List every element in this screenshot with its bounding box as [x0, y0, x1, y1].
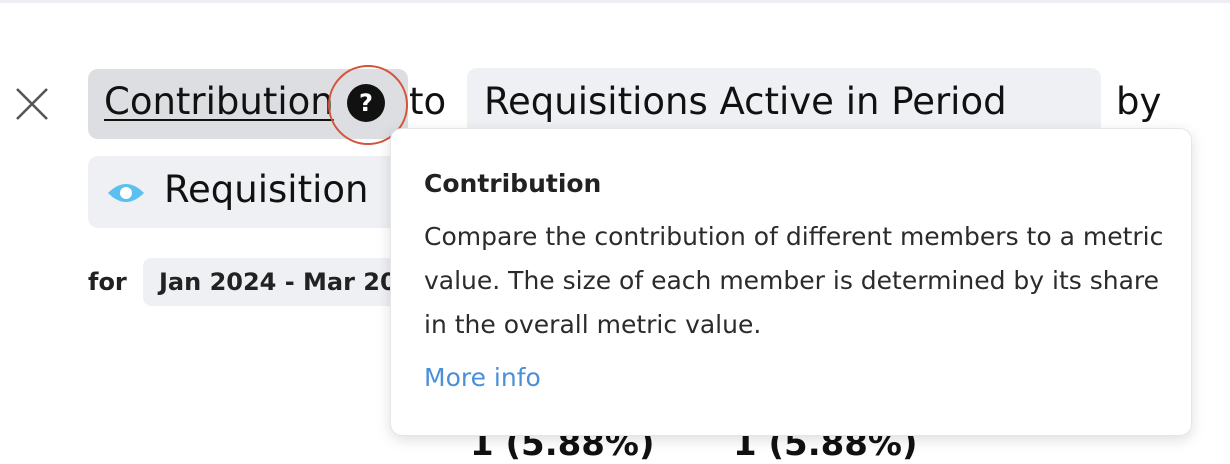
eye-icon	[108, 184, 144, 202]
connector-by: by	[1116, 80, 1162, 123]
tooltip-description: Compare the contribution of different me…	[424, 222, 1164, 339]
help-tooltip: Contribution Compare the contribution of…	[390, 128, 1192, 436]
date-range-label: Jan 2024 - Mar 2024	[159, 268, 403, 296]
top-divider	[0, 0, 1230, 3]
dimension-chip[interactable]: Requisition	[88, 156, 418, 228]
metric-label: Requisitions Active in Period	[484, 80, 1007, 123]
tooltip-title: Contribution	[424, 169, 602, 198]
close-icon	[16, 88, 48, 120]
mode-label: Contribution	[104, 80, 334, 123]
more-info-link[interactable]: More info	[424, 363, 541, 392]
connector-to: to	[409, 80, 447, 123]
for-label: for	[88, 268, 127, 296]
date-range-chip[interactable]: Jan 2024 - Mar 2024	[143, 258, 403, 306]
dimension-label: Requisition	[164, 168, 369, 211]
close-button[interactable]	[14, 86, 50, 122]
help-icon[interactable]: ?	[347, 84, 385, 122]
